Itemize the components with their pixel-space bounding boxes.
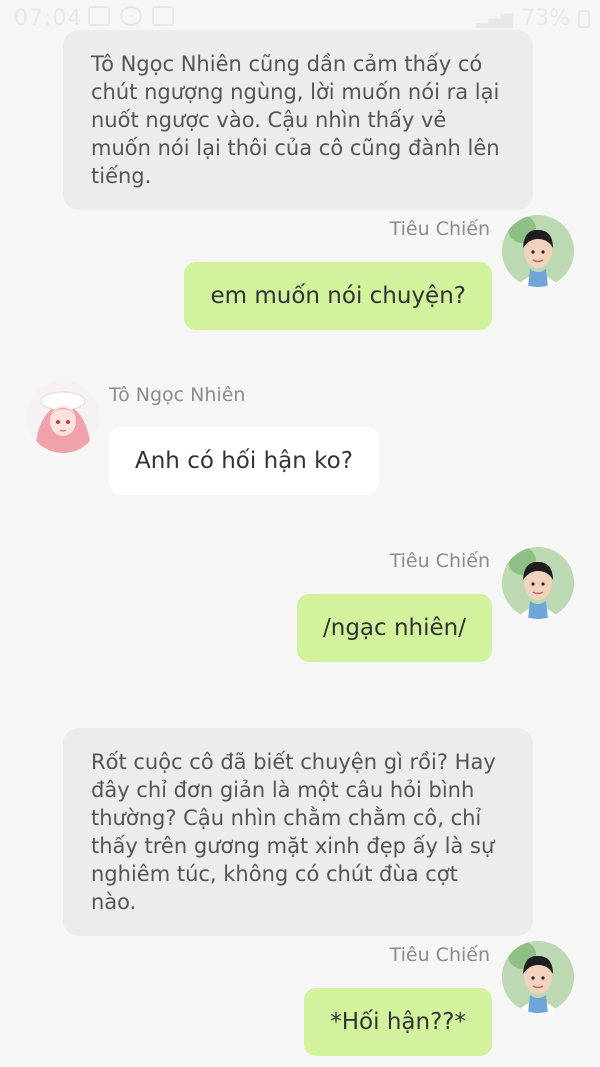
battery-percent: 73%: [521, 6, 570, 31]
message-text: /ngạc nhiên/: [323, 615, 466, 641]
avatar-image: [27, 381, 99, 453]
sender-name: Tiêu Chiến: [389, 944, 490, 966]
avatar-image: [502, 547, 574, 619]
narration-block: Tô Ngọc Nhiên cũng dần cảm thấy có chút …: [63, 30, 533, 210]
battery-icon: [578, 9, 590, 28]
avatar-image: [502, 215, 574, 287]
sender-name: Tiêu Chiến: [389, 218, 490, 240]
outgoing-message-bubble[interactable]: *Hối hận??*: [304, 988, 492, 1056]
avatar-tieu-chien[interactable]: [502, 215, 574, 287]
chat-screen: 07:04 ▂▄▆ 73% Tô Ngọc Nhiên cũng dần cảm…: [0, 0, 600, 1067]
outgoing-message-bubble[interactable]: em muốn nói chuyện?: [184, 262, 492, 330]
eye-icon: [120, 6, 142, 26]
sender-name: Tiêu Chiến: [389, 550, 490, 572]
avatar-tieu-chien[interactable]: [502, 941, 574, 1013]
incoming-message-bubble[interactable]: Anh có hối hận ko?: [109, 427, 379, 495]
signal-icon: ▂▄▆: [476, 9, 514, 28]
narration-text: Tô Ngọc Nhiên cũng dần cảm thấy có chút …: [91, 52, 500, 188]
outgoing-message-bubble[interactable]: /ngạc nhiên/: [297, 594, 492, 662]
status-notification-icons: [88, 6, 174, 26]
status-time: 07:04: [14, 6, 83, 31]
narration-text: Rốt cuộc cô đã biết chuyện gì rồi? Hay đ…: [91, 750, 496, 914]
avatar-tieu-chien[interactable]: [502, 547, 574, 619]
sender-name: Tô Ngọc Nhiên: [109, 384, 246, 406]
narration-block: Rốt cuộc cô đã biết chuyện gì rồi? Hay đ…: [63, 728, 533, 936]
avatar-image: [502, 941, 574, 1013]
status-right: ▂▄▆ 73%: [476, 6, 590, 31]
avatar-to-ngoc-nhien[interactable]: [27, 381, 99, 453]
message-text: *Hối hận??*: [330, 1009, 466, 1035]
message-text: Anh có hối hận ko?: [135, 448, 353, 474]
gallery-icon: [88, 6, 110, 26]
chat-app-icon: [152, 6, 174, 26]
message-text: em muốn nói chuyện?: [210, 283, 466, 309]
